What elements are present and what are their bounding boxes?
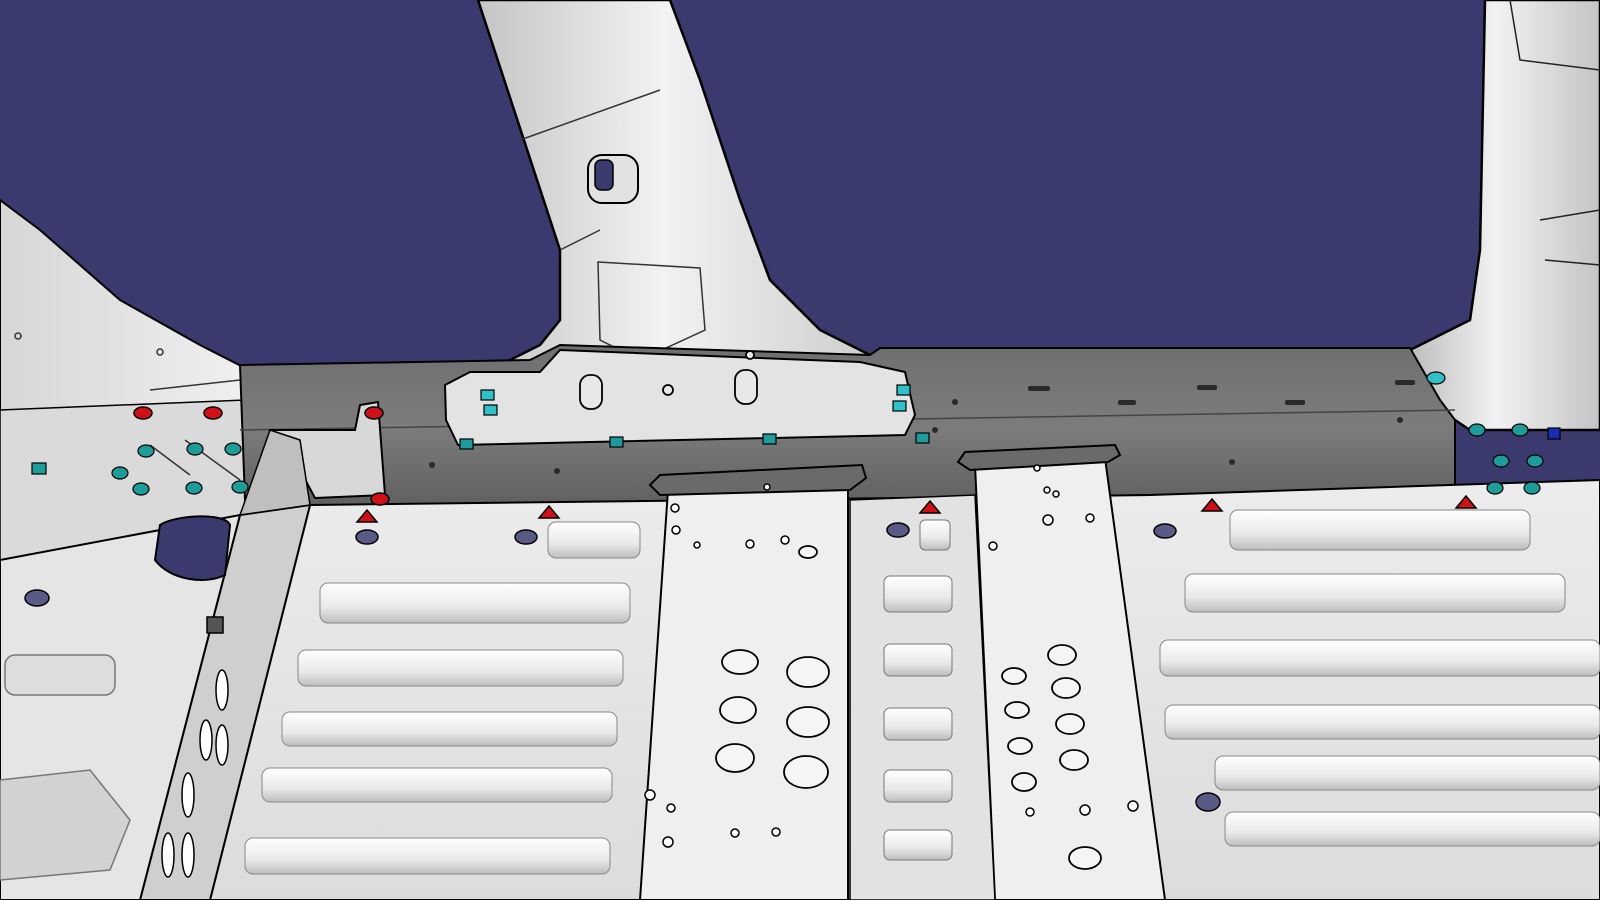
cyan-square-icon[interactable]: [915, 432, 930, 444]
cad-3d-viewport[interactable]: [0, 0, 1600, 900]
red-dot-icon[interactable]: [133, 406, 153, 420]
teal-dot-icon[interactable]: [1526, 454, 1544, 468]
left-wheelhouse-opening: [153, 515, 232, 581]
cyan-square-icon[interactable]: [459, 438, 474, 450]
red-dot-icon[interactable]: [364, 406, 384, 420]
tunnel-plate-left: [638, 476, 849, 900]
teal-dot-icon[interactable]: [137, 444, 155, 458]
cyan-square-icon[interactable]: [31, 462, 47, 475]
teal-dot-icon[interactable]: [1523, 481, 1541, 495]
teal-dot-icon[interactable]: [111, 466, 129, 480]
teal-dot-icon[interactable]: [132, 482, 150, 496]
cyan-square-icon[interactable]: [892, 400, 907, 412]
cyan-square-icon[interactable]: [762, 433, 777, 445]
cyan-square-icon[interactable]: [483, 404, 498, 416]
teal-dot-icon[interactable]: [185, 481, 203, 495]
cyan-square-icon[interactable]: [480, 389, 495, 401]
blue-square-icon[interactable]: [1547, 427, 1561, 440]
teal-dot-icon[interactable]: [231, 480, 249, 494]
b-pillar-slot-window: [594, 159, 614, 191]
teal-dot-icon[interactable]: [1486, 481, 1504, 495]
teal-dot-icon[interactable]: [1492, 454, 1510, 468]
teal-dot-icon[interactable]: [224, 442, 242, 456]
teal-dot-icon[interactable]: [186, 442, 204, 456]
teal-dot-icon[interactable]: [1468, 423, 1486, 437]
cyan-square-icon[interactable]: [609, 436, 624, 448]
teal-dot-icon[interactable]: [1511, 423, 1529, 437]
car-body-floor-model[interactable]: [0, 0, 1600, 900]
red-dot-icon[interactable]: [370, 492, 390, 506]
cyan-square-icon[interactable]: [896, 384, 911, 396]
teal-dot-icon[interactable]: [1426, 371, 1446, 385]
red-dot-icon[interactable]: [203, 406, 223, 420]
